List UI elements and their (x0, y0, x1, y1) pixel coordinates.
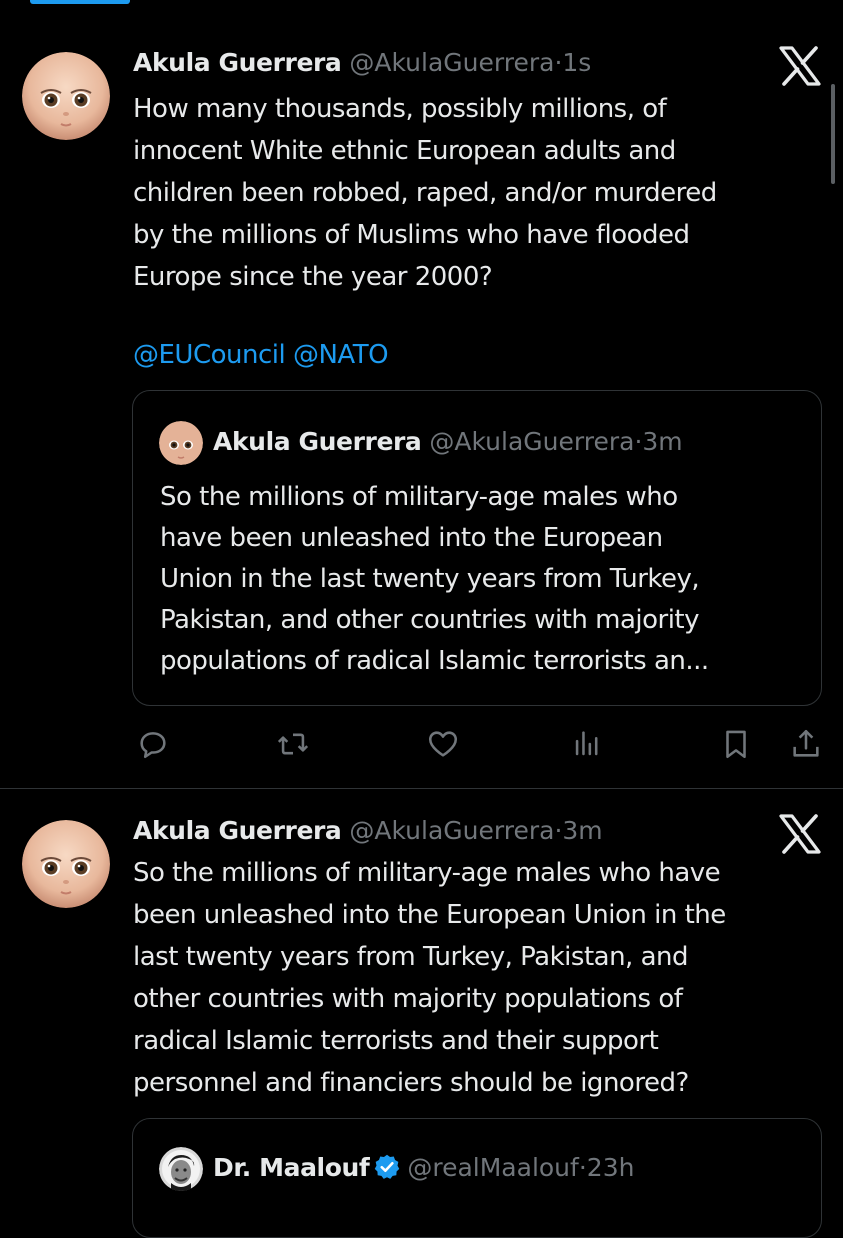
verified-badge-icon (375, 1154, 400, 1179)
tweet-text-line: children been robbed, raped, and/or murd… (133, 178, 717, 208)
avatar[interactable] (22, 820, 110, 908)
bookmark-button[interactable] (714, 722, 758, 766)
quoted-tweet[interactable]: Dr. Maalouf @realMaalouf·23h (132, 1118, 822, 1238)
tweet-text-line: by the millions of Muslims who have floo… (133, 220, 690, 250)
x-logo-icon[interactable] (778, 814, 822, 854)
tweet-header: Akula Guerrera @AkulaGuerrera·3m (133, 815, 603, 847)
separator: · (578, 1153, 587, 1182)
repost-icon (277, 733, 309, 755)
quoted-author-name[interactable]: Dr. Maalouf (213, 1153, 370, 1182)
tweet[interactable]: Akula Guerrera @AkulaGuerrera·3m So the … (0, 792, 843, 1238)
bookmark-icon (726, 730, 746, 759)
author-name[interactable]: Akula Guerrera (133, 816, 342, 845)
like-button[interactable] (421, 722, 465, 766)
avatar[interactable] (22, 52, 110, 140)
share-icon (793, 729, 819, 757)
quoted-text-line: Pakistan, and other countries with major… (160, 605, 700, 635)
quoted-header: Akula Guerrera @AkulaGuerrera·3m (213, 426, 683, 458)
author-handle[interactable]: @AkulaGuerrera (349, 48, 554, 77)
reply-icon (140, 732, 166, 759)
quoted-text: So the millions of military-age males wh… (160, 477, 810, 682)
tweet-text-line: Europe since the year 2000? (133, 262, 493, 292)
quoted-text-line: So the millions of military-age males wh… (160, 482, 678, 512)
tweet-text-line: How many thousands, possibly millions, o… (133, 94, 667, 124)
quoted-text-line: have been unleashed into the European (160, 523, 663, 553)
timestamp[interactable]: 3m (562, 816, 602, 845)
divider (0, 788, 843, 789)
author-name[interactable]: Akula Guerrera (133, 48, 342, 77)
tweet-text-line: other countries with majority population… (133, 984, 683, 1014)
views-button[interactable] (565, 722, 609, 766)
quoted-avatar[interactable] (159, 1147, 203, 1191)
x-logo-icon[interactable] (778, 46, 822, 86)
quoted-avatar[interactable] (159, 421, 203, 465)
share-button[interactable] (784, 722, 828, 766)
quoted-author-handle[interactable]: @realMaalouf (407, 1153, 578, 1182)
tweet[interactable]: Akula Guerrera @AkulaGuerrera·1s How man… (0, 0, 843, 790)
quoted-header: Dr. Maalouf @realMaalouf·23h (213, 1152, 634, 1184)
reply-button[interactable] (131, 722, 175, 766)
quoted-text-line: Union in the last twenty years from Turk… (160, 564, 700, 594)
tweet-actions (0, 722, 843, 766)
tweet-text-line: last twenty years from Turkey, Pakistan,… (133, 942, 689, 972)
tweet-text-line: radical Islamic terrorists and their sup… (133, 1026, 659, 1056)
tweet-text-line: been unleashed into the European Union i… (133, 900, 726, 930)
like-icon (428, 731, 458, 757)
tweet-text: How many thousands, possibly millions, o… (133, 88, 823, 298)
quoted-tweet[interactable]: Akula Guerrera @AkulaGuerrera·3m So the … (132, 390, 822, 706)
quoted-timestamp[interactable]: 3m (642, 427, 682, 456)
author-handle[interactable]: @AkulaGuerrera (349, 816, 554, 845)
tweet-text-line: personnel and financiers should be ignor… (133, 1068, 689, 1098)
tweet-text-line: So the millions of military-age males wh… (133, 858, 721, 888)
quoted-author-name[interactable]: Akula Guerrera (213, 427, 422, 456)
tweet-text-line: innocent White ethnic European adults an… (133, 136, 676, 166)
repost-button[interactable] (271, 722, 315, 766)
quoted-author-handle[interactable]: @AkulaGuerrera (429, 427, 634, 456)
views-icon (575, 731, 598, 756)
tweet-header: Akula Guerrera @AkulaGuerrera·1s (133, 47, 591, 79)
timestamp[interactable]: 1s (562, 48, 591, 77)
quoted-text-line: populations of radical Islamic terrorist… (160, 646, 709, 676)
tweet-text: So the millions of military-age males wh… (133, 852, 823, 1104)
quoted-timestamp[interactable]: 23h (587, 1153, 635, 1182)
mention-links[interactable]: @EUCouncil @NATO (133, 334, 389, 376)
